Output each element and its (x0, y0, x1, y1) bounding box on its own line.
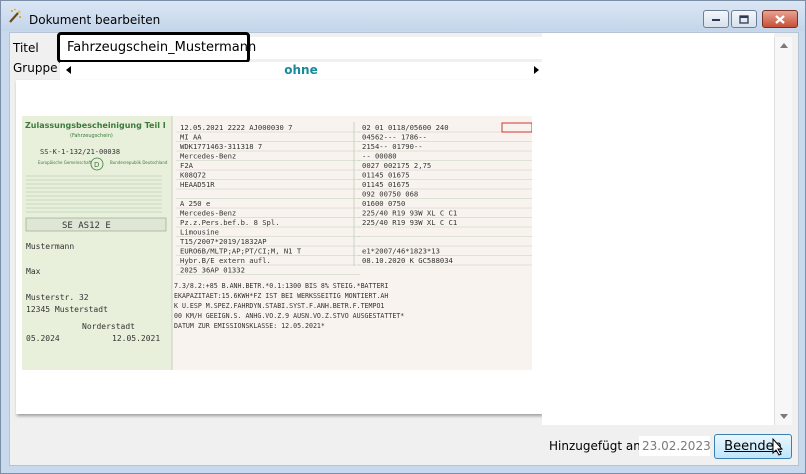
doc-remark-line: DATUM ZUR EMISSIONSKLASSE: 12.05.2021* (174, 322, 325, 330)
doc-field-b: 0027 002175 2,75 (362, 161, 431, 170)
gruppe-selector[interactable]: ohne (60, 62, 542, 80)
doc-remark-line: K U.ESP M.SPEZ.FAHRDYN.STABI.SYST.F.ANH.… (174, 302, 384, 310)
title-bar[interactable]: Dokument bearbeiten (1, 1, 805, 31)
doc-field-a: A 250 e (180, 199, 210, 208)
client-area: Titel Fahrzeugschein_Mustermann Gruppe o… (9, 32, 799, 466)
mouse-cursor-icon (772, 438, 784, 456)
doc-field-b: e1*2007/46*1823*13 (362, 247, 440, 256)
doc-plate: SE AS12 E (62, 221, 111, 231)
window-title: Dokument bearbeiten (29, 13, 161, 27)
doc-issue-date: 12.05.2021 (112, 334, 160, 343)
doc-remark-line: 00 KM/H GEEIGN.S. ANHG.VO.Z.9 AUSN.VO.Z.… (174, 312, 404, 320)
scroll-down-icon[interactable] (780, 414, 788, 419)
doc-field-b: 01145 01675 (362, 171, 410, 180)
doc-remark-line: EKAPAZITAET:15.6KWH*FZ IST BEI WERKSSEIT… (174, 292, 388, 300)
titel-field-background (250, 37, 542, 59)
doc-firstname: Max (26, 267, 41, 276)
arrow-right-icon[interactable] (534, 66, 539, 74)
doc-field-a: 2025 36AP 01332 (180, 266, 245, 275)
doc-remark-line: 7.3/8.2:+85 B.ANH.BETR.*0.1:1300 BIS 8% … (174, 282, 388, 290)
doc-field-b: 01145 01675 (362, 180, 410, 189)
doc-field-a: Mercedes-Benz (180, 209, 236, 218)
doc-field-a: MI AA (180, 133, 202, 142)
minimize-icon (712, 19, 720, 21)
vertical-scrollbar[interactable] (774, 37, 792, 425)
doc-field-a: 12.05.2021 2222 AJ000030 7 (180, 123, 293, 132)
doc-field-b: 225/40 R19 93W XL C C1 (362, 218, 457, 227)
doc-field-a: EURO6B/MLTP;AP;PT/CI;M, N1 T (180, 247, 302, 256)
doc-country-left: Europäische Gemeinschaft (38, 160, 92, 165)
doc-field-a: K08Q72 (180, 171, 206, 180)
doc-field-b: 04562--- 1786-- (362, 133, 427, 142)
doc-field-a: T15/2007*2019/1832AP (180, 237, 267, 246)
added-date-label: Hinzugefügt am (549, 439, 645, 453)
document-preview[interactable]: Zulassungsbescheinigung Teil I (Fahrzeug… (16, 80, 542, 414)
scroll-up-icon[interactable] (780, 43, 788, 48)
magic-wand-icon (9, 8, 21, 23)
vehicle-registration-image: Zulassungsbescheinigung Teil I (Fahrzeug… (22, 116, 532, 370)
close-icon (775, 14, 785, 24)
minimize-button[interactable] (703, 10, 729, 28)
titel-input[interactable]: Fahrzeugschein_Mustermann (57, 32, 256, 63)
doc-country-code: D (94, 161, 99, 169)
doc-city: 12345 Musterstadt (26, 305, 108, 314)
edit-document-window: Dokument bearbeiten Titel Fahrzeugschein… (0, 0, 806, 474)
gruppe-value: ohne (284, 63, 318, 77)
doc-heading: Zulassungsbescheinigung Teil I (25, 121, 166, 130)
doc-issue-place: Norderstadt (82, 322, 135, 331)
doc-serial: SS-K-1-132/21-00038 (40, 148, 120, 156)
doc-field-b: 08.10.2020 K GC588034 (362, 256, 453, 265)
doc-country-right: Bundesrepublik Deutschland (110, 160, 168, 165)
doc-field-b: 092 00750 068 (362, 190, 418, 199)
doc-field-a: Pz.z.Pers.bef.b. 8 Spl. (180, 218, 280, 227)
doc-street: Musterstr. 32 (26, 293, 89, 302)
maximize-button[interactable] (731, 10, 757, 28)
notes-panel[interactable] (542, 33, 774, 425)
doc-field-a: HEAAD51R (180, 180, 215, 189)
doc-field-a: Limousine (180, 228, 219, 237)
gruppe-label: Gruppe (13, 61, 58, 75)
maximize-icon (739, 14, 749, 24)
close-button[interactable] (762, 10, 798, 28)
doc-name: Mustermann (26, 242, 74, 251)
doc-field-b: 2154-- 01790-- (362, 142, 423, 151)
added-date-field: 23.02.2023 (639, 436, 711, 456)
doc-field-b: 01600 0750 (362, 199, 405, 208)
doc-field-a: Hybr.B/E extern aufl. (180, 256, 271, 265)
doc-field-b: 225/40 R19 93W XL C C1 (362, 209, 457, 218)
doc-field-b: 02 01 0118/05600 240 (362, 123, 449, 132)
doc-subheading: (Fahrzeugschein) (70, 133, 113, 139)
doc-field-a: Mercedes-Benz (180, 152, 236, 161)
doc-field-a: F2A (180, 161, 194, 170)
titel-label: Titel (13, 41, 39, 55)
doc-valid-until: 05.2024 (26, 334, 60, 343)
doc-field-a: WDK1771463-311318 7 (180, 142, 262, 151)
doc-field-b: -- 00080 (362, 152, 397, 161)
